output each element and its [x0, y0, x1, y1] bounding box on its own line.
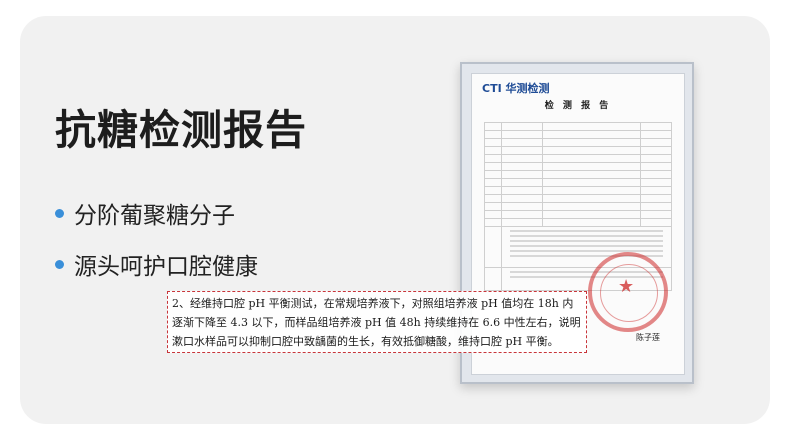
signature: 陈子莲: [636, 333, 660, 342]
feature-text: 分阶葡聚糖分子: [74, 203, 235, 229]
seal-star-icon: ★: [618, 276, 635, 297]
report-heading: 检 测 报 告: [544, 101, 612, 111]
page-title: 抗糖检测报告: [55, 106, 307, 154]
feature-bullet-1: 分阶葡聚糖分子: [55, 196, 235, 230]
bullet-dot-icon: [55, 208, 64, 218]
test-result-note: 2、经维持口腔 pH 平衡测试，在常规培养液下，对照组培养液 pH 值均在 18…: [167, 291, 587, 353]
feature-text: 源头呵护口腔健康: [74, 254, 258, 280]
bullet-dot-icon: [55, 259, 64, 269]
official-seal: ★: [588, 252, 668, 332]
cti-logo: CTI 华测检测: [482, 82, 550, 95]
feature-bullet-2: 源头呵护口腔健康: [55, 247, 258, 281]
